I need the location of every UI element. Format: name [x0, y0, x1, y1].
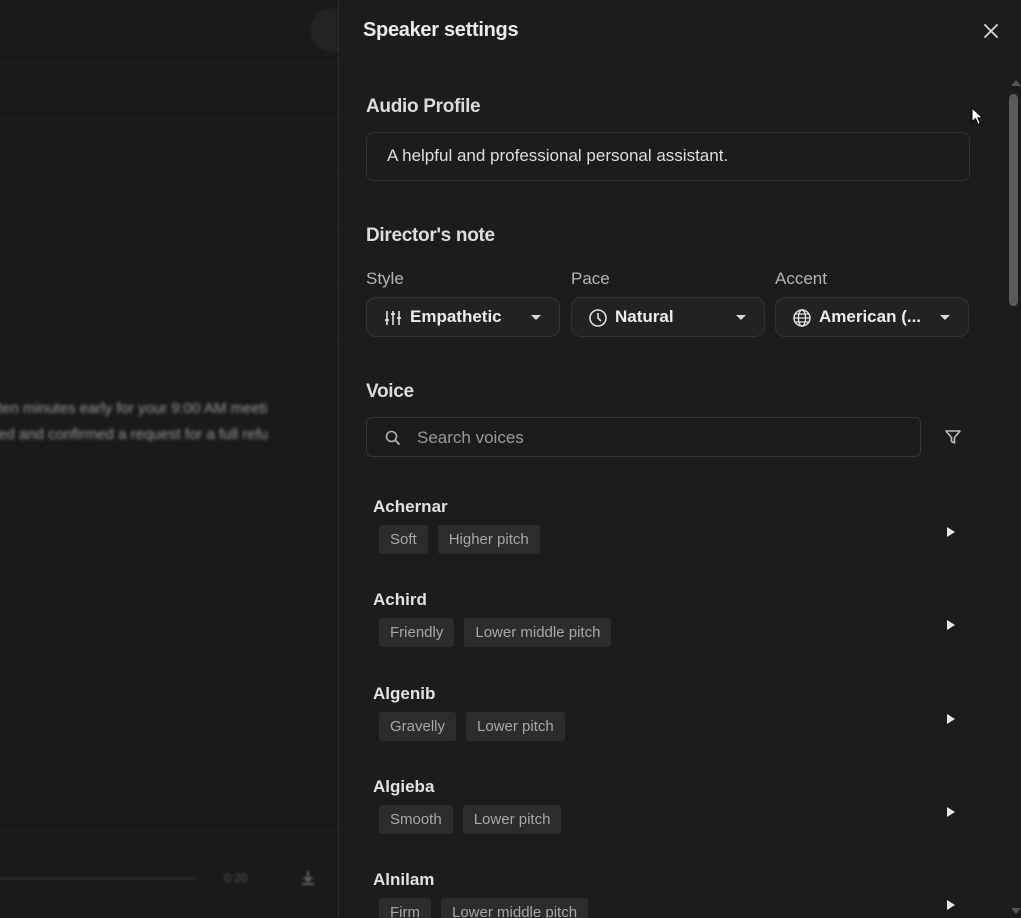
- voice-list-item[interactable]: Algenib Gravelly Lower pitch: [365, 684, 970, 772]
- background-divider: [0, 830, 338, 831]
- background-divider: [0, 340, 338, 341]
- background-avatar: [310, 8, 338, 52]
- speaker-settings-panel: Speaker settings Audio Profile A helpful…: [338, 0, 1021, 918]
- background-transcript-line: ed and confirmed a request for a full re…: [0, 426, 269, 443]
- accent-label: Accent: [775, 269, 827, 288]
- clock-icon: [588, 308, 608, 328]
- download-icon: [299, 869, 317, 892]
- pace-dropdown[interactable]: Natural: [571, 297, 765, 337]
- search-voices-input[interactable]: [415, 426, 899, 450]
- voice-heading: Voice: [366, 381, 414, 402]
- filter-icon[interactable]: [942, 426, 964, 448]
- voice-tag: Soft: [379, 525, 428, 554]
- chevron-down-icon: [531, 315, 541, 320]
- accent-value: American (...: [819, 307, 922, 326]
- play-icon[interactable]: [947, 527, 955, 537]
- play-icon[interactable]: [947, 620, 955, 630]
- voice-tag: Firm: [379, 898, 431, 918]
- scroll-up-arrow[interactable]: [1011, 80, 1021, 86]
- voice-list-item[interactable]: Achernar Soft Higher pitch: [365, 497, 970, 585]
- style-value: Empathetic: [410, 307, 502, 326]
- sliders-icon: [383, 308, 403, 328]
- audio-profile-heading: Audio Profile: [366, 96, 481, 117]
- play-icon[interactable]: [947, 807, 955, 817]
- directors-note-heading: Director's note: [366, 225, 495, 246]
- background-divider: [0, 118, 338, 119]
- voice-tag: Lower middle pitch: [441, 898, 589, 918]
- globe-icon: [792, 308, 812, 328]
- chevron-down-icon: [940, 315, 950, 320]
- voice-tag: Lower pitch: [466, 712, 565, 741]
- style-label: Style: [366, 269, 404, 288]
- background-time: 0:20: [224, 871, 248, 885]
- chevron-down-icon: [736, 315, 746, 320]
- search-voices-field[interactable]: [366, 417, 921, 457]
- voice-list-item[interactable]: Achird Friendly Lower middle pitch: [365, 590, 970, 678]
- voice-tag: Gravelly: [379, 712, 457, 741]
- voice-name: Algieba: [373, 777, 435, 796]
- voice-name: Achernar: [373, 497, 448, 516]
- voice-tag: Friendly: [379, 618, 455, 647]
- panel-title: Speaker settings: [363, 19, 519, 41]
- voice-list-item[interactable]: Alnilam Firm Lower middle pitch: [365, 870, 970, 918]
- background-progress-bar: [0, 877, 196, 880]
- pace-value: Natural: [615, 307, 674, 326]
- voice-name: Alnilam: [373, 870, 435, 889]
- search-icon: [383, 428, 403, 448]
- background-divider: [0, 284, 338, 285]
- voice-list-item[interactable]: Algieba Smooth Lower pitch: [365, 777, 970, 865]
- play-icon[interactable]: [947, 714, 955, 724]
- panel-scrollbar[interactable]: [1007, 80, 1021, 918]
- audio-profile-field[interactable]: A helpful and professional personal assi…: [366, 132, 970, 181]
- close-icon[interactable]: [980, 20, 1002, 42]
- pace-label: Pace: [571, 269, 610, 288]
- scroll-down-arrow[interactable]: [1011, 908, 1021, 914]
- play-icon[interactable]: [947, 900, 955, 910]
- mouse-cursor-icon: [971, 106, 985, 127]
- voice-tag: Higher pitch: [437, 525, 540, 554]
- voice-name: Algenib: [373, 684, 436, 703]
- voice-tag: Lower pitch: [462, 805, 562, 834]
- audio-profile-value: A helpful and professional personal assi…: [387, 146, 729, 165]
- background-divider: [0, 62, 338, 63]
- voice-name: Achird: [373, 590, 427, 609]
- style-dropdown[interactable]: Empathetic: [366, 297, 560, 337]
- accent-dropdown[interactable]: American (...: [775, 297, 969, 337]
- voice-tag: Smooth: [379, 805, 453, 834]
- background-divider: [0, 172, 338, 173]
- scroll-thumb[interactable]: [1009, 94, 1018, 306]
- background-divider: [0, 228, 338, 229]
- background-app: ten minutes early for your 9:00 AM meeti…: [0, 0, 338, 918]
- background-transcript-line: ten minutes early for your 9:00 AM meeti: [0, 400, 268, 417]
- voice-tag: Lower middle pitch: [464, 618, 612, 647]
